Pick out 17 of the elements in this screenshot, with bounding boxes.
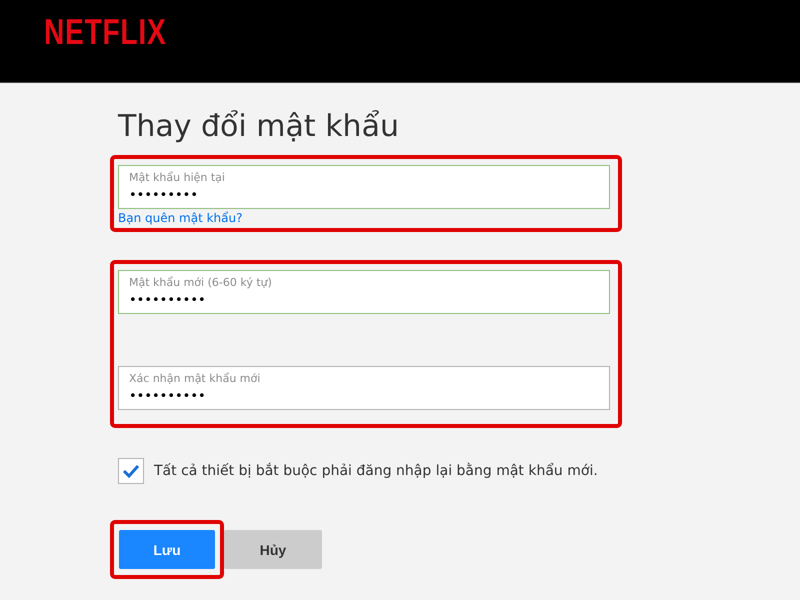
checkbox[interactable] <box>118 458 144 484</box>
password-dots: •••••••••• <box>129 388 206 406</box>
cancel-button[interactable]: Hủy <box>224 530 322 569</box>
page-title: Thay đổi mật khẩu <box>118 109 400 145</box>
password-dots: ••••••••• <box>129 187 198 205</box>
field-label: Xác nhận mật khẩu mới <box>129 371 260 386</box>
password-dots: •••••••••• <box>129 292 206 310</box>
checkmark-icon <box>122 464 140 478</box>
save-button[interactable]: Lưu <box>119 530 215 569</box>
password-field[interactable]: Xác nhận mật khẩu mới •••••••••• <box>118 366 610 410</box>
password-field[interactable]: Mật khẩu mới (6-60 ký tự) •••••••••• <box>118 270 610 314</box>
password-field[interactable]: Mật khẩu hiện tại ••••••••• <box>118 165 610 209</box>
logo[interactable]: NETFLIX <box>44 12 166 52</box>
field-label: Mật khẩu hiện tại <box>129 170 225 185</box>
field-label: Mật khẩu mới (6-60 ký tự) <box>129 275 272 290</box>
checkbox-label: Tất cả thiết bị bắt buộc phải đăng nhập lại bằng mật khẩu mới. <box>154 463 598 479</box>
forgot-password-link[interactable]: Bạn quên mật khẩu? <box>118 210 242 226</box>
